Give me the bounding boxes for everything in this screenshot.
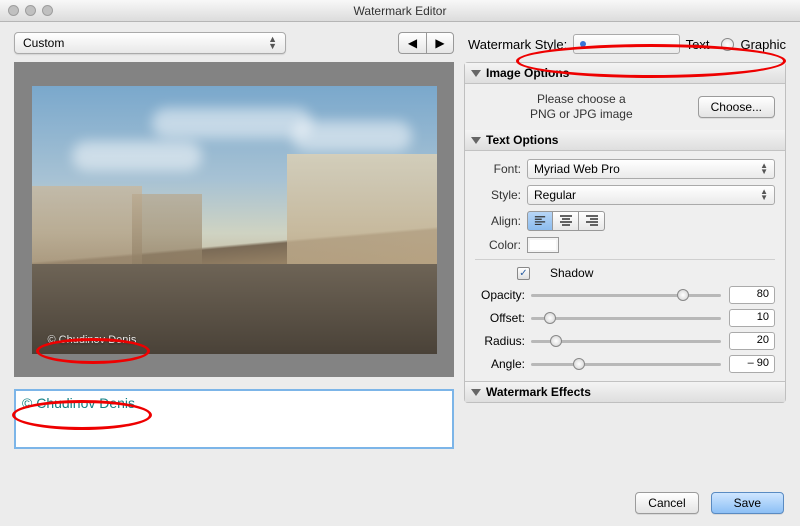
disclosure-triangle-icon xyxy=(471,70,481,77)
style-graphic-radio[interactable] xyxy=(721,38,734,51)
watermark-style-label: Watermark Style: xyxy=(468,37,567,52)
image-options-title: Image Options xyxy=(486,66,569,80)
triangle-left-icon: ◀ xyxy=(408,36,417,50)
radius-value[interactable]: 20 xyxy=(729,332,775,350)
font-value: Myriad Web Pro xyxy=(534,162,620,176)
preview-area: © Chudinov Denis xyxy=(14,62,454,377)
watermark-text-input[interactable]: © Chudinov Denis xyxy=(14,389,454,449)
offset-value[interactable]: 10 xyxy=(729,309,775,327)
updown-icon: ▲▼ xyxy=(760,189,768,201)
window-titlebar: Watermark Editor xyxy=(0,0,800,22)
opacity-label: Opacity: xyxy=(475,288,531,302)
watermark-effects-header[interactable]: Watermark Effects xyxy=(465,381,785,402)
preset-select[interactable]: Custom ▲▼ xyxy=(14,32,286,54)
opacity-value[interactable]: 80 xyxy=(729,286,775,304)
font-label: Font: xyxy=(475,162,527,176)
cancel-button[interactable]: Cancel xyxy=(635,492,698,514)
font-select[interactable]: Myriad Web Pro ▲▼ xyxy=(527,159,775,179)
offset-label: Offset: xyxy=(475,311,531,325)
color-label: Color: xyxy=(475,238,527,252)
dialog-footer: Cancel Save xyxy=(635,492,784,514)
offset-slider[interactable] xyxy=(531,311,721,325)
disclosure-triangle-icon xyxy=(471,137,481,144)
style-text-label[interactable]: Text xyxy=(686,37,710,52)
close-icon[interactable] xyxy=(8,5,19,16)
style-label: Style: xyxy=(475,188,527,202)
save-button[interactable]: Save xyxy=(711,492,784,514)
updown-icon: ▲▼ xyxy=(760,163,768,175)
angle-slider[interactable] xyxy=(531,357,721,371)
shadow-checkbox[interactable]: ✓ xyxy=(517,267,530,280)
text-options-title: Text Options xyxy=(486,133,558,147)
watermark-effects-title: Watermark Effects xyxy=(486,385,591,399)
shadow-label: Shadow xyxy=(550,266,593,280)
align-center-button[interactable] xyxy=(553,211,579,231)
choose-image-button[interactable]: Choose... xyxy=(698,96,775,118)
font-style-value: Regular xyxy=(534,188,576,202)
updown-icon: ▲▼ xyxy=(268,36,277,50)
align-segmented xyxy=(527,211,605,231)
triangle-right-icon: ▶ xyxy=(435,36,444,50)
image-hint: Please choose a PNG or JPG image xyxy=(475,92,688,122)
window-controls xyxy=(8,5,53,16)
watermark-preview-text[interactable]: © Chudinov Denis xyxy=(48,334,137,346)
text-options-header[interactable]: Text Options xyxy=(465,130,785,151)
preview-image[interactable]: © Chudinov Denis xyxy=(32,86,437,354)
angle-value[interactable]: – 90 xyxy=(729,355,775,373)
style-graphic-label[interactable]: Graphic xyxy=(740,37,786,52)
watermark-style-group: Watermark Style: Text Graphic xyxy=(464,32,786,56)
angle-label: Angle: xyxy=(475,357,531,371)
image-options-header[interactable]: Image Options xyxy=(465,63,785,84)
opacity-slider[interactable] xyxy=(531,288,721,302)
align-label: Align: xyxy=(475,214,527,228)
align-left-button[interactable] xyxy=(527,211,553,231)
zoom-icon[interactable] xyxy=(42,5,53,16)
radius-slider[interactable] xyxy=(531,334,721,348)
prev-image-button[interactable]: ◀ xyxy=(398,32,426,54)
disclosure-triangle-icon xyxy=(471,389,481,396)
divider xyxy=(475,259,775,260)
color-swatch[interactable] xyxy=(527,237,559,253)
next-image-button[interactable]: ▶ xyxy=(426,32,454,54)
radius-label: Radius: xyxy=(475,334,531,348)
style-text-radio[interactable] xyxy=(573,34,679,54)
font-style-select[interactable]: Regular ▲▼ xyxy=(527,185,775,205)
window-title: Watermark Editor xyxy=(354,4,447,18)
align-right-button[interactable] xyxy=(579,211,605,231)
preset-select-value: Custom xyxy=(23,36,64,50)
minimize-icon[interactable] xyxy=(25,5,36,16)
watermark-text-value: © Chudinov Denis xyxy=(22,395,135,411)
